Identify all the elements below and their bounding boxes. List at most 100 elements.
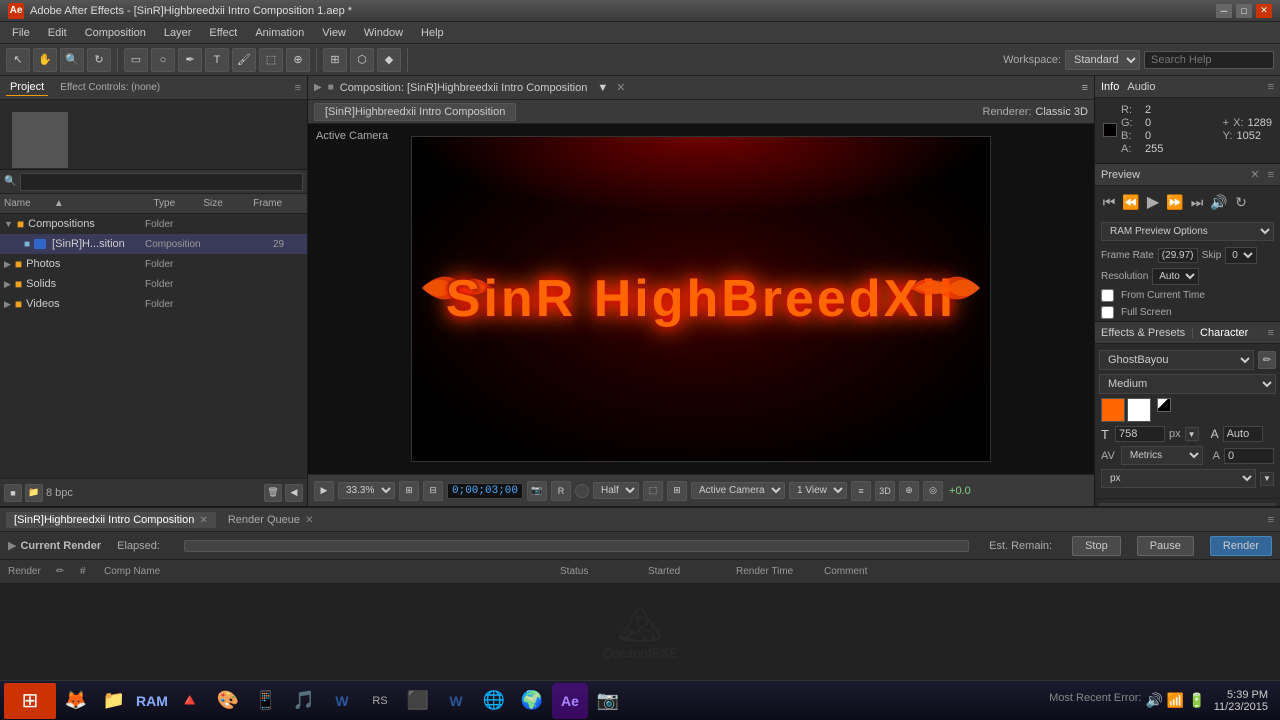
menu-window[interactable]: Window <box>356 25 411 41</box>
project-panel-tab[interactable]: Project <box>6 79 48 96</box>
font-style-pencil[interactable]: ✏ <box>1258 351 1276 369</box>
motion-blur-btn[interactable]: ◎ <box>923 481 943 501</box>
project-search-input[interactable] <box>20 173 303 191</box>
transparency-btn[interactable]: ⊞ <box>667 481 687 501</box>
taskbar-firefox[interactable]: 🦊 <box>58 683 94 719</box>
camera-select[interactable]: Active Camera <box>691 482 785 499</box>
color-btn[interactable] <box>575 484 589 498</box>
menu-effect[interactable]: Effect <box>201 25 245 41</box>
layer-tool[interactable]: ⬡ <box>350 48 374 72</box>
hand-tool[interactable]: ✋ <box>33 48 57 72</box>
font-select[interactable]: GhostBayou <box>1099 350 1254 370</box>
preview-menu[interactable]: ≡ <box>1268 169 1274 181</box>
clone-tool[interactable]: ⬚ <box>259 48 283 72</box>
marker-tool[interactable]: ◆ <box>377 48 401 72</box>
render-queue-tab-close[interactable]: ✕ <box>305 515 313 526</box>
flow-btn[interactable]: ⊕ <box>899 481 919 501</box>
pen-tool[interactable]: ✒ <box>178 48 202 72</box>
info-tab[interactable]: Info <box>1101 81 1119 93</box>
stop-button[interactable]: Stop <box>1072 536 1121 556</box>
preview-close[interactable]: ✕ <box>1250 168 1259 181</box>
step-forward-button[interactable]: ⏩ <box>1165 192 1185 212</box>
font-size-input[interactable] <box>1115 426 1165 442</box>
effect-controls-tab[interactable]: Effect Controls: (none) <box>56 80 164 95</box>
timeline-tab-close[interactable]: ✕ <box>199 515 207 526</box>
fill-color-swatch[interactable] <box>1101 398 1125 422</box>
taskbar-vlc[interactable]: 🔺 <box>172 683 208 719</box>
from-current-checkbox[interactable] <box>1101 289 1114 302</box>
new-composition-button[interactable]: ■ <box>4 484 22 502</box>
search-input[interactable] <box>1144 51 1274 69</box>
ram-preview-select[interactable]: RAM Preview Options <box>1101 222 1274 241</box>
3d-renderer-btn[interactable]: 3D <box>875 481 895 501</box>
snapshot-btn[interactable]: 📷 <box>527 481 547 501</box>
taskbar-cmd[interactable]: ⬛ <box>400 683 436 719</box>
list-item[interactable]: ▶ ■ Videos Folder <box>0 294 307 314</box>
style-select[interactable]: Medium <box>1099 374 1276 394</box>
go-to-start-button[interactable]: ⏮ <box>1099 192 1119 212</box>
taskbar-file-explorer[interactable]: 📁 <box>96 683 132 719</box>
char-panel-menu[interactable]: ≡ <box>1268 327 1274 339</box>
list-item[interactable]: ■ [SinR]H...sition Composition 29 <box>0 234 307 254</box>
taskbar-camera[interactable]: 📷 <box>590 683 626 719</box>
go-to-end-button[interactable]: ⏭ <box>1187 192 1207 212</box>
show-channel-btn[interactable]: R <box>551 481 571 501</box>
snap-btn[interactable]: ⊟ <box>423 481 443 501</box>
comp-close-button[interactable]: ✕ <box>616 81 625 94</box>
start-button[interactable]: ⊞ <box>4 683 56 719</box>
volume-icon[interactable]: 🔊 <box>1145 692 1162 709</box>
taskbar-ram[interactable]: RAM <box>134 683 170 719</box>
close-button[interactable]: ✕ <box>1256 4 1272 18</box>
taskbar-renderstat[interactable]: RS <box>362 683 398 719</box>
taskbar-browser2[interactable]: 🌍 <box>514 683 550 719</box>
timecode[interactable]: 0;00;03;00 <box>447 483 523 499</box>
taskbar-browser[interactable]: 🌐 <box>476 683 512 719</box>
swap-colors-btn[interactable] <box>1157 398 1171 412</box>
frame-rate-input[interactable] <box>1158 248 1198 263</box>
comp-tab[interactable]: [SinR]Highbreedxii Intro Composition <box>314 103 516 121</box>
minimize-button[interactable]: ─ <box>1216 4 1232 18</box>
resolution-select[interactable]: Half <box>593 482 639 499</box>
auto-leading-input[interactable] <box>1223 426 1263 442</box>
mute-button[interactable]: 🔊 <box>1209 192 1229 212</box>
region-btn[interactable]: ⬚ <box>643 481 663 501</box>
ellipse-tool[interactable]: ○ <box>151 48 175 72</box>
step-back-button[interactable]: ⏪ <box>1121 192 1141 212</box>
taskbar-word2[interactable]: W <box>438 683 474 719</box>
comp-dropdown-icon[interactable]: ▼ <box>597 82 608 94</box>
bottom-panel-menu[interactable]: ≡ <box>1268 514 1274 526</box>
character-tab[interactable]: Character <box>1200 327 1248 339</box>
zoom-tool[interactable]: 🔍 <box>60 48 84 72</box>
rect-tool[interactable]: ▭ <box>124 48 148 72</box>
list-item[interactable]: ▼ ■ Compositions Folder <box>0 214 307 234</box>
network-icon[interactable]: 📶 <box>1167 692 1184 709</box>
audio-tab[interactable]: Audio <box>1127 81 1155 93</box>
settings-button[interactable]: 🗑 <box>264 484 282 502</box>
menu-view[interactable]: View <box>314 25 354 41</box>
selection-tool[interactable]: ↖ <box>6 48 30 72</box>
render-queue-tab[interactable]: Render Queue ✕ <box>220 512 322 528</box>
current-render-expand[interactable]: ▶ <box>8 539 16 552</box>
zoom-select[interactable]: 33.3% <box>338 482 395 499</box>
battery-icon[interactable]: 🔋 <box>1188 692 1205 709</box>
font-size-down[interactable]: ▼ <box>1185 427 1199 441</box>
taskbar-whatsapp[interactable]: 📱 <box>248 683 284 719</box>
taskbar-after-effects[interactable]: Ae <box>552 683 588 719</box>
resolution-preview-select[interactable]: Auto <box>1152 268 1199 285</box>
menu-edit[interactable]: Edit <box>40 25 75 41</box>
grid-btn[interactable]: ⊞ <box>399 481 419 501</box>
skip-select[interactable]: 0 <box>1225 247 1257 264</box>
menu-layer[interactable]: Layer <box>156 25 200 41</box>
taskbar-word[interactable]: W <box>324 683 360 719</box>
delete-button[interactable]: ◀ <box>285 484 303 502</box>
px-down[interactable]: ▼ <box>1260 472 1274 486</box>
puppet-tool[interactable]: ⊕ <box>286 48 310 72</box>
color-swatch[interactable] <box>1103 123 1117 137</box>
brush-tool[interactable]: 🖌 <box>232 48 256 72</box>
info-panel-menu[interactable]: ≡ <box>1268 81 1274 93</box>
view-select[interactable]: 1 View <box>789 482 847 499</box>
effects-presets-tab[interactable]: Effects & Presets <box>1101 327 1185 339</box>
render-button[interactable]: Render <box>1210 536 1272 556</box>
stroke-color-swatch[interactable] <box>1127 398 1151 422</box>
menu-file[interactable]: File <box>4 25 38 41</box>
